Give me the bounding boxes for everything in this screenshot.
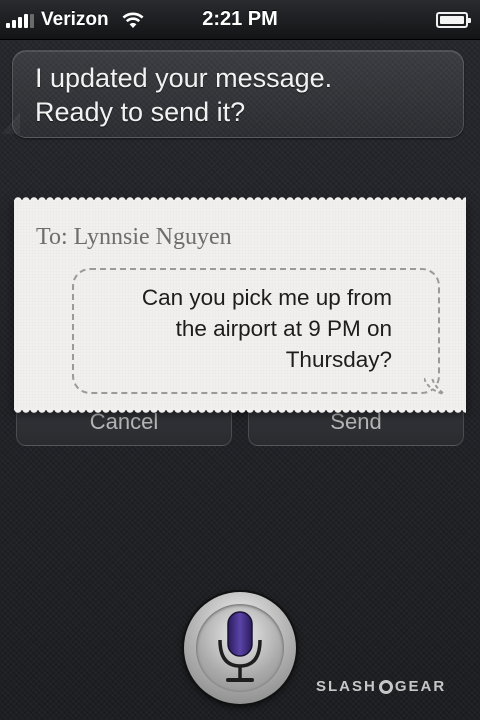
card-perforated-edge-top [14, 195, 466, 201]
wifi-icon [122, 12, 144, 28]
signal-icon [6, 12, 36, 28]
battery-level [440, 15, 464, 24]
siri-response-text: I updated your message. Ready to send it… [35, 63, 333, 127]
watermark: SLASH GEAR [316, 678, 446, 695]
message-bubble-tail [424, 378, 445, 395]
recipient-label: To: Lynnsie Nguyen [36, 224, 232, 250]
siri-response-bubble: I updated your message. Ready to send it… [12, 50, 464, 138]
message-card[interactable]: To: Lynnsie Nguyen Can you pick me up fr… [14, 195, 466, 415]
card-perforated-edge-bottom [14, 409, 466, 415]
message-body: Can you pick me up from the airport at 9… [141, 285, 392, 372]
watermark-right: GEAR [394, 678, 447, 695]
gear-icon [378, 679, 393, 694]
microphone-icon [218, 611, 262, 682]
status-left: Verizon [6, 9, 156, 31]
watermark-left: SLASH [316, 678, 377, 695]
microphone-button[interactable] [184, 592, 296, 704]
battery-icon [436, 11, 471, 28]
carrier-name: Verizon [41, 8, 109, 30]
status-bar: Verizon 2:21 PM [0, 0, 480, 40]
